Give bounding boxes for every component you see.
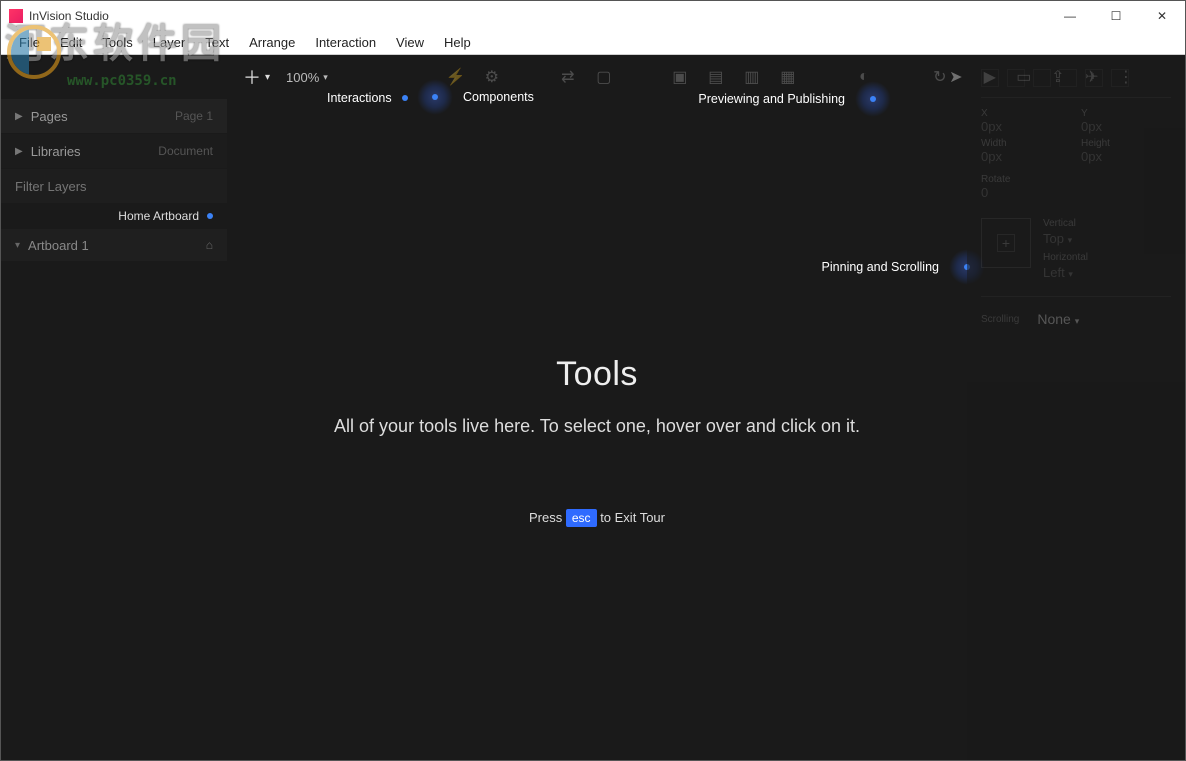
canvas-area: ＋▾ 100%▾ ⚡ ⚙ ⇄ ▢ ▣ ▤ ▥ ▦ ◐ ↻ (227, 55, 967, 760)
titlebar: InVision Studio — ☐ ✕ (1, 1, 1185, 31)
maximize-button[interactable]: ☐ (1093, 1, 1139, 31)
left-panel: ▶ Pages Page 1 ▶ Libraries Document Home A… (1, 55, 227, 760)
chevron-right-icon: ▶ (15, 146, 23, 157)
align-center-icon[interactable] (1007, 69, 1025, 87)
filter-layers-input[interactable] (15, 179, 213, 194)
tour-hint-pinning: Pinning and Scrolling (822, 249, 985, 285)
dot-icon (207, 213, 213, 219)
align-right-icon[interactable] (1033, 69, 1051, 87)
filter-layers-row[interactable] (1, 169, 227, 203)
pin-section: Vertical Top ▾ Horizontal Left ▾ (981, 210, 1171, 280)
horizontal-label: Horizontal (1043, 252, 1088, 263)
tour-subtitle: All of your tools live here. To select o… (227, 416, 967, 437)
tour-hint-interactions: Interactions (327, 91, 408, 105)
dot-icon (402, 95, 408, 101)
menu-interaction[interactable]: Interaction (305, 33, 386, 52)
app-window: 河东软件园 www.pc0359.cn InVision Studio — ☐ … (0, 0, 1186, 761)
libraries-section[interactable]: ▶ Libraries Document (1, 134, 227, 168)
x-value[interactable]: 0px (981, 119, 1071, 134)
home-icon: ⌂ (206, 238, 213, 252)
horizontal-value[interactable]: Left ▾ (1043, 265, 1088, 280)
chevron-right-icon: ▶ (15, 111, 23, 122)
tour-overlay: Tools All of your tools live here. To se… (227, 355, 967, 527)
pages-section[interactable]: ▶ Pages Page 1 (1, 99, 227, 133)
rotate-value[interactable]: 0 (981, 185, 1171, 200)
align-bottom-icon[interactable] (1111, 69, 1129, 87)
home-artboard-row[interactable]: Home Artboard (1, 203, 227, 229)
chevron-down-icon: ▾ (15, 240, 20, 251)
vertical-value[interactable]: Top ▾ (1043, 231, 1088, 246)
menubar: File Edit Tools Layer Text Arrange Inter… (1, 31, 1185, 55)
glow-icon (855, 81, 891, 117)
scrolling-label: Scrolling (981, 314, 1019, 325)
menu-tools[interactable]: Tools (92, 33, 142, 52)
menu-file[interactable]: File (9, 33, 50, 52)
width-value[interactable]: 0px (981, 149, 1071, 164)
menu-layer[interactable]: Layer (143, 33, 196, 52)
tour-exit-hint: Press esc to Exit Tour (227, 509, 967, 527)
libraries-label: Libraries (31, 144, 81, 159)
pages-label: Pages (31, 109, 68, 124)
zoom-dropdown[interactable]: 100%▾ (286, 70, 328, 85)
add-button[interactable]: ＋▾ (243, 64, 270, 90)
app-logo-icon (9, 9, 23, 23)
menu-edit[interactable]: Edit (50, 33, 92, 52)
pin-box-icon[interactable] (981, 218, 1031, 268)
scrolling-value[interactable]: None ▾ (1037, 311, 1079, 327)
rotate-label: Rotate (981, 174, 1171, 185)
menu-text[interactable]: Text (195, 33, 239, 52)
libraries-current: Document (158, 144, 213, 158)
menu-arrange[interactable]: Arrange (239, 33, 305, 52)
esc-key: esc (566, 509, 597, 527)
window-controls: — ☐ ✕ (1047, 1, 1185, 31)
app-body: ▶ Pages Page 1 ▶ Libraries Document Home A… (1, 55, 1185, 760)
menu-help[interactable]: Help (434, 33, 481, 52)
vertical-label: Vertical (1043, 218, 1088, 229)
height-value[interactable]: 0px (1081, 149, 1171, 164)
x-label: X (981, 108, 1071, 119)
artboard-label: Artboard 1 (28, 238, 89, 253)
window-title: InVision Studio (29, 9, 109, 23)
width-label: Width (981, 138, 1071, 149)
glow-icon (417, 79, 453, 115)
cursor-icon[interactable]: ➤ (948, 69, 964, 85)
position-size: X0px Y0px Width0px Height0px (981, 108, 1171, 164)
link-icon[interactable]: ⇄ (560, 69, 576, 85)
layers-front-icon[interactable]: ▣ (672, 69, 688, 85)
height-label: Height (1081, 138, 1171, 149)
refresh-icon[interactable]: ↻ (932, 69, 948, 85)
close-button[interactable]: ✕ (1139, 1, 1185, 31)
align-middle-icon[interactable] (1085, 69, 1103, 87)
y-value[interactable]: 0px (1081, 119, 1171, 134)
pages-current: Page 1 (175, 109, 213, 123)
artboard-row[interactable]: ▾ Artboard 1 ⌂ (1, 229, 227, 261)
tour-title: Tools (227, 355, 967, 394)
minimize-button[interactable]: — (1047, 1, 1093, 31)
right-panel: X0px Y0px Width0px Height0px Rotate0 Ver… (967, 55, 1185, 760)
tour-hint-components: Components (417, 79, 534, 115)
align-left-icon[interactable] (981, 69, 999, 87)
align-tools (981, 65, 1171, 98)
crop-icon[interactable]: ▢ (596, 69, 612, 85)
home-artboard-label: Home Artboard (118, 209, 199, 223)
align-top-icon[interactable] (1059, 69, 1077, 87)
menu-view[interactable]: View (386, 33, 434, 52)
scrolling-section: Scrolling None ▾ (981, 296, 1171, 327)
tour-hint-preview: Previewing and Publishing (698, 81, 891, 117)
y-label: Y (1081, 108, 1171, 119)
